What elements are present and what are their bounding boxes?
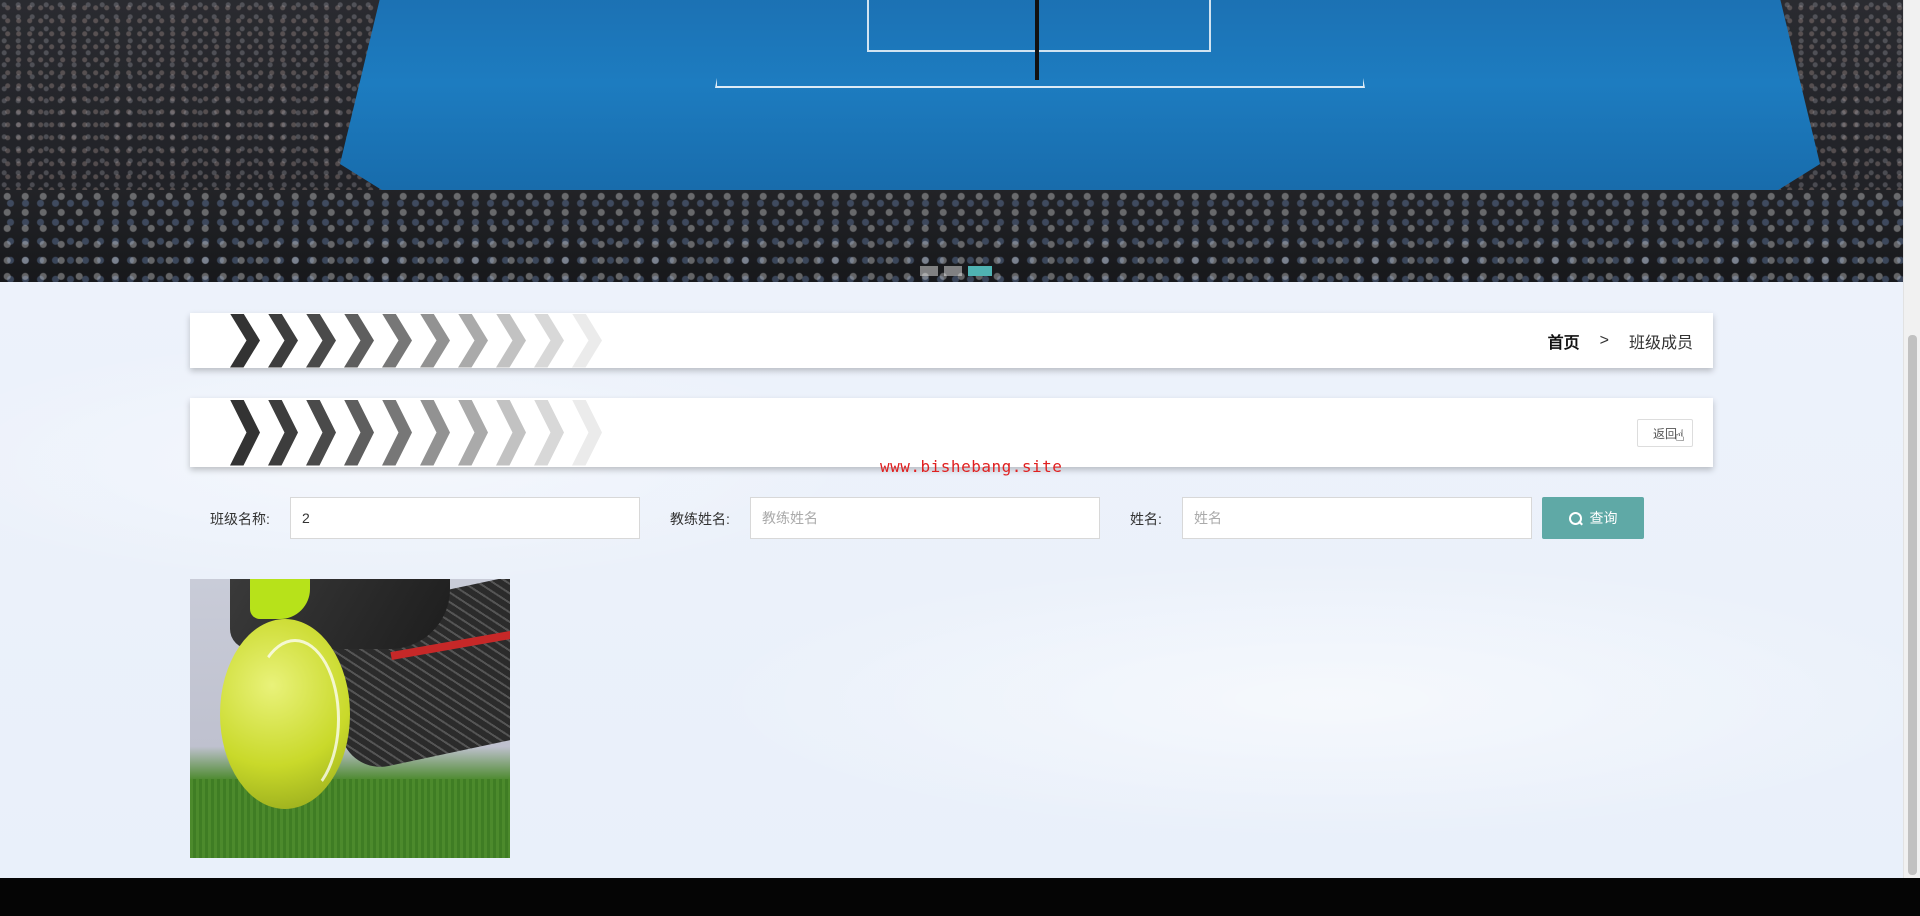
decorative-chevrons	[230, 313, 610, 368]
breadcrumb-bar: 首页 > 班级成员	[190, 313, 1713, 368]
search-icon	[1568, 511, 1582, 525]
class-name-input[interactable]: 2	[290, 497, 640, 539]
carousel-indicators	[920, 266, 992, 276]
breadcrumb-separator: >	[1599, 331, 1609, 349]
name-input[interactable]: 姓名	[1182, 497, 1532, 539]
footer	[0, 878, 1920, 916]
watermark: www.bishebang.site	[880, 457, 1063, 476]
breadcrumb-current: 班级成员	[1628, 334, 1693, 352]
hero-banner	[0, 0, 1903, 282]
search-form: 班级名称: 2 教练姓名: 教练姓名 姓名: 姓名 查询	[0, 497, 1903, 539]
hand-cursor-icon: ☝	[1675, 428, 1685, 445]
coach-name-placeholder: 教练姓名	[762, 510, 818, 526]
tennis-ball-seam	[250, 639, 340, 799]
name-label: 姓名:	[1130, 511, 1162, 527]
coach-name-input[interactable]: 教练姓名	[750, 497, 1100, 539]
class-name-value: 2	[302, 510, 310, 526]
query-button-label: 查询	[1589, 510, 1618, 526]
coach-name-label: 教练姓名:	[670, 511, 730, 527]
class-name-label: 班级名称:	[210, 511, 270, 527]
carousel-dot-3[interactable]	[968, 266, 992, 276]
breadcrumb-home-link[interactable]: 首页	[1548, 329, 1580, 353]
decorative-chevrons	[230, 398, 610, 467]
scrollbar-thumb[interactable]	[1908, 335, 1917, 875]
breadcrumb: 首页 > 班级成员	[1548, 313, 1693, 368]
member-card-image[interactable]	[190, 579, 510, 858]
name-placeholder: 姓名	[1194, 510, 1222, 526]
query-button[interactable]: 查询	[1542, 497, 1644, 539]
page-scrollbar[interactable]	[1903, 0, 1920, 878]
banner-court-lines	[715, 0, 1365, 88]
banner-net	[1035, 0, 1039, 80]
carousel-dot-1[interactable]	[920, 266, 938, 276]
carousel-dot-2[interactable]	[944, 266, 962, 276]
grass-graphic	[190, 779, 510, 858]
